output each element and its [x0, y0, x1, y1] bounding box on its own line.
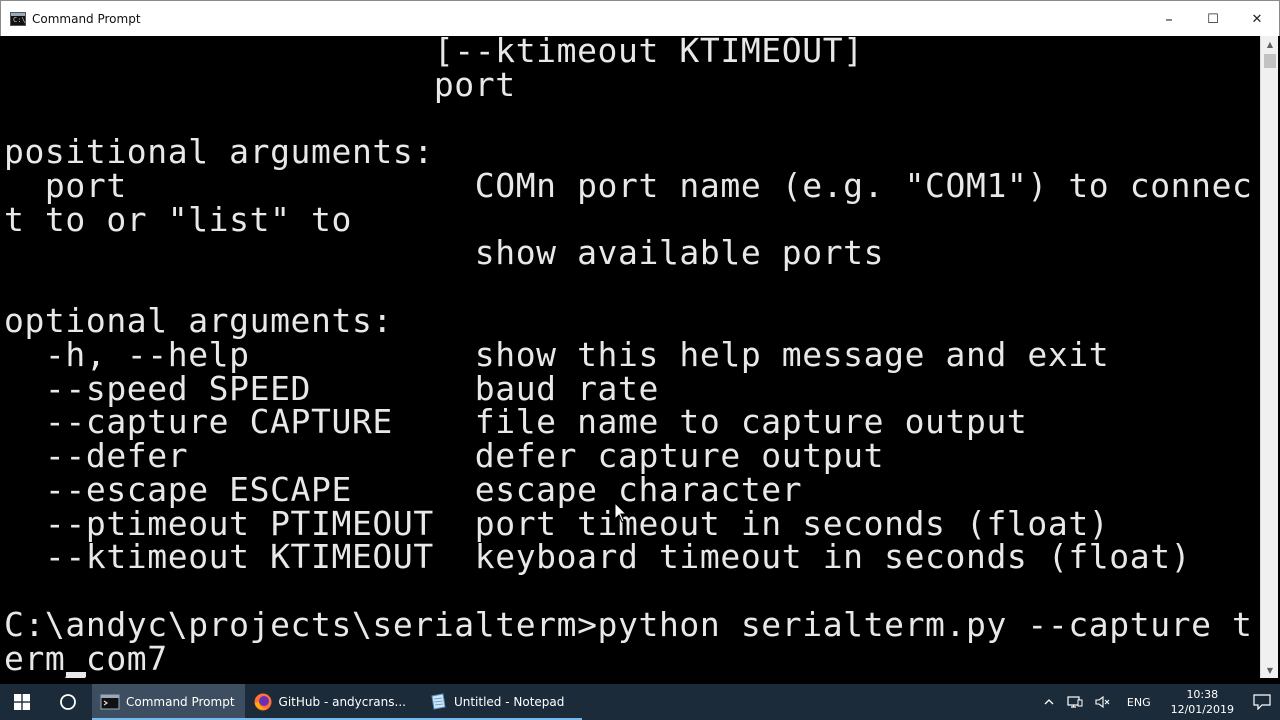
system-tray: ENG 10:38 12/01/2019: [1037, 684, 1280, 720]
window-title: Command Prompt: [32, 11, 141, 26]
maximize-button[interactable]: ☐: [1191, 1, 1235, 37]
notepad-icon: [431, 693, 446, 710]
action-center-button[interactable]: [1244, 684, 1280, 720]
taskbar-app-label: GitHub - andycrans...: [278, 695, 406, 709]
console-line: port COMn port name (e.g. "COM1") to con…: [4, 166, 1253, 205]
clock-date: 12/01/2019: [1170, 703, 1234, 716]
close-button[interactable]: ✕: [1235, 1, 1279, 37]
chevron-up-icon: [1044, 699, 1054, 705]
notification-icon: [1253, 694, 1271, 710]
console-line: --ktimeout KTIMEOUT keyboard timeout in …: [4, 537, 1192, 576]
console-line: -h, --help show this help message and ex…: [4, 335, 1110, 374]
start-button[interactable]: [0, 684, 44, 720]
taskbar-app-command-prompt[interactable]: Command Prompt: [92, 684, 245, 720]
console-line: positional arguments:: [4, 132, 434, 171]
console-line: --speed SPEED baud rate: [4, 369, 659, 408]
window-controls: – ☐ ✕: [1147, 1, 1279, 37]
console-output[interactable]: [--ktimeout KTIMEOUT] port positional ar…: [2, 36, 1260, 678]
scrollbar-thumb[interactable]: [1264, 54, 1276, 68]
network-icon: [1067, 696, 1083, 708]
taskbar-app-label: Untitled - Notepad: [453, 695, 565, 709]
clock[interactable]: 10:38 12/01/2019: [1161, 687, 1244, 717]
taskbar-app-firefox[interactable]: GitHub - andycrans...: [244, 684, 421, 720]
minimize-button[interactable]: –: [1147, 1, 1191, 37]
command-prompt-icon: [100, 694, 120, 710]
console-line: --escape ESCAPE escape character: [4, 470, 803, 509]
volume-button[interactable]: [1089, 695, 1117, 709]
console-line: --defer defer capture output: [4, 436, 885, 475]
console-line: show available ports: [4, 233, 885, 272]
console-line: C:\andyc\projects\serialterm>python seri…: [4, 605, 1253, 644]
scroll-down-icon[interactable]: ▼: [1261, 662, 1279, 678]
console-line: optional arguments:: [4, 301, 393, 340]
input-language[interactable]: ENG: [1117, 696, 1161, 709]
clock-time: 10:38: [1186, 688, 1219, 701]
vertical-scrollbar[interactable]: ▲ ▼: [1260, 36, 1278, 678]
search-button[interactable]: [44, 684, 92, 720]
taskbar-app-notepad[interactable]: Untitled - Notepad: [419, 684, 583, 720]
volume-muted-icon: [1095, 695, 1110, 709]
text-cursor: [66, 672, 86, 677]
mouse-pointer-icon: [614, 502, 628, 523]
console-line: [--ktimeout KTIMEOUT]: [4, 36, 864, 70]
windows-logo-icon: [14, 694, 30, 710]
console-line: --capture CAPTURE file name to capture o…: [4, 402, 1028, 441]
console-line: port: [4, 65, 516, 104]
console-line: --ptimeout PTIMEOUT port timeout in seco…: [4, 504, 1110, 543]
cortana-circle-icon: [60, 694, 76, 710]
taskbar: Command Prompt GitHub - andycrans... Unt…: [0, 684, 1280, 720]
console-line: erm_com7: [4, 639, 168, 678]
firefox-icon: [254, 693, 272, 711]
window-titlebar[interactable]: C:\ Command Prompt – ☐ ✕: [0, 0, 1280, 36]
show-hidden-icons-button[interactable]: [1037, 696, 1061, 708]
scroll-up-icon[interactable]: ▲: [1261, 36, 1279, 52]
network-button[interactable]: [1061, 695, 1089, 709]
command-prompt-icon: C:\: [10, 11, 26, 26]
console-line: t to or "list" to: [4, 200, 352, 239]
taskbar-app-label: Command Prompt: [126, 695, 235, 709]
